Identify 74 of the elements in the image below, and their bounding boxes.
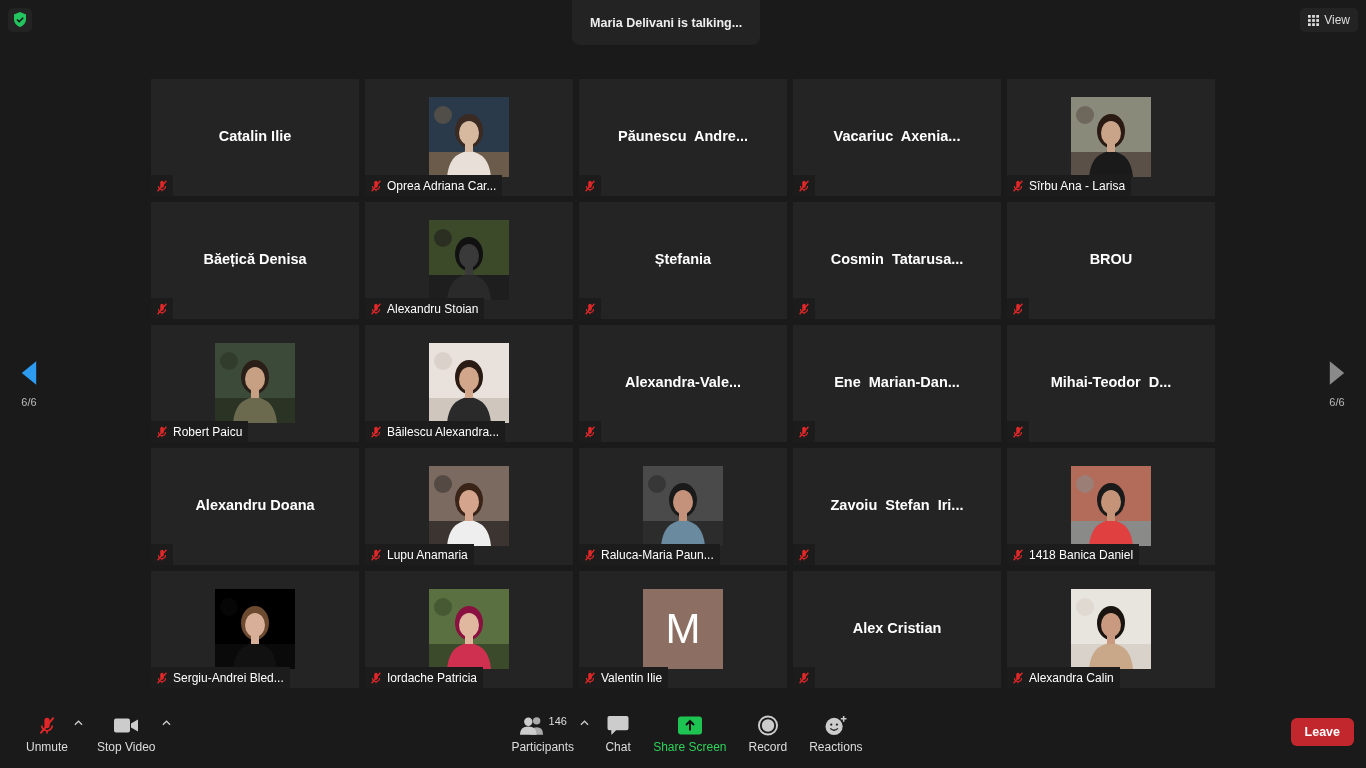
- video-tile[interactable]: M Valentin Ilie: [579, 571, 787, 688]
- participant-name: Alexandru Doana: [195, 496, 315, 515]
- caret-icon[interactable]: [74, 719, 84, 726]
- previous-page-icon[interactable]: [20, 359, 38, 386]
- video-tile[interactable]: Sergiu-Andrei Bled...: [151, 571, 359, 688]
- participant-name: Oprea Adriana Car...: [387, 178, 498, 193]
- video-tile[interactable]: Băețică Denisa: [151, 202, 359, 319]
- people-icon: [518, 714, 545, 736]
- video-tile[interactable]: Mihai-Teodor D...: [1007, 325, 1215, 442]
- video-tile[interactable]: Catalin Ilie: [151, 79, 359, 196]
- participant-name: Iordache Patricia: [387, 670, 479, 685]
- stop-video-button[interactable]: Stop Video: [91, 714, 162, 754]
- video-tile[interactable]: Băilescu Alexandra...: [365, 325, 573, 442]
- grid-icon: [1308, 14, 1320, 26]
- unmute-button[interactable]: Unmute: [20, 714, 75, 754]
- video-tile[interactable]: Oprea Adriana Car...: [365, 79, 573, 196]
- avatar-letter: M: [643, 589, 723, 669]
- video-tile[interactable]: Păunescu Andre...: [579, 79, 787, 196]
- video-tile[interactable]: Robert Paicu: [151, 325, 359, 442]
- video-tile[interactable]: Alexandra-Vale...: [579, 325, 787, 442]
- video-tile[interactable]: BROU: [1007, 202, 1215, 319]
- view-button[interactable]: View: [1300, 8, 1358, 32]
- video-tile[interactable]: Iordache Patricia: [365, 571, 573, 688]
- next-page-icon[interactable]: [1328, 359, 1346, 386]
- reactions-button[interactable]: Reactions: [803, 714, 869, 754]
- video-tile[interactable]: Ene Marian-Dan...: [793, 325, 1001, 442]
- participant-name: Ene Marian-Dan...: [834, 373, 960, 392]
- page-indicator: 6/6: [21, 395, 37, 408]
- participant-name: Băilescu Alexandra...: [387, 424, 501, 439]
- participant-name: Zavoiu Stefan Iri...: [830, 496, 964, 515]
- video-tile[interactable]: Raluca-Maria Paun...: [579, 448, 787, 565]
- participant-name: 1418 Banica Daniel: [1029, 547, 1135, 562]
- participant-name: Catalin Ilie: [218, 127, 292, 146]
- participant-name: Robert Paicu: [173, 424, 244, 439]
- video-tile[interactable]: Alexandra Calin: [1007, 571, 1215, 688]
- participant-name: Alex Cristian: [852, 619, 942, 638]
- share-button[interactable]: Share Screen: [647, 714, 733, 754]
- participant-name: Ștefania: [654, 250, 712, 269]
- participants-button[interactable]: 146 Participants: [505, 714, 581, 754]
- participant-name: BROU: [1089, 250, 1133, 269]
- video-tile[interactable]: Alexandru Doana: [151, 448, 359, 565]
- participant-name: Sergiu-Andrei Bled...: [173, 670, 285, 685]
- participant-name: Cosmin Tatarusa...: [830, 250, 964, 269]
- video-tile[interactable]: Vacariuc Axenia...: [793, 79, 1001, 196]
- video-tile[interactable]: 1418 Banica Daniel: [1007, 448, 1215, 565]
- participant-name: Mihai-Teodor D...: [1050, 373, 1172, 392]
- chat-button[interactable]: Chat: [599, 714, 638, 754]
- participant-name: Vacariuc Axenia...: [833, 127, 961, 146]
- video-tile[interactable]: Lupu Anamaria: [365, 448, 573, 565]
- participant-count: 146: [548, 714, 567, 727]
- participant-name: Băețică Denisa: [203, 250, 307, 269]
- participant-name: Sîrbu Ana - Larisa: [1029, 178, 1127, 193]
- chat-bubble-icon: [605, 714, 632, 736]
- leave-button[interactable]: Leave: [1290, 718, 1354, 746]
- video-tile[interactable]: Sîrbu Ana - Larisa: [1007, 79, 1215, 196]
- participant-name: Valentin Ilie: [601, 670, 664, 685]
- participant-name: Alexandra-Vale...: [624, 373, 742, 392]
- video-tile[interactable]: Alexandru Stoian: [365, 202, 573, 319]
- participant-name: Alexandru Stoian: [387, 301, 480, 316]
- video-tile[interactable]: Zavoiu Stefan Iri...: [793, 448, 1001, 565]
- page-indicator: 6/6: [1329, 395, 1345, 408]
- participant-name: Păunescu Andre...: [618, 127, 748, 146]
- video-tile[interactable]: Cosmin Tatarusa...: [793, 202, 1001, 319]
- participant-name: Lupu Anamaria: [387, 547, 469, 562]
- caret-icon[interactable]: [161, 719, 171, 726]
- speaker-notice: Maria Delivani is talking...: [572, 0, 761, 45]
- video-tile[interactable]: Ștefania: [579, 202, 787, 319]
- shield-icon[interactable]: [8, 8, 32, 32]
- share-screen-icon: [676, 714, 703, 736]
- video-tile[interactable]: Alex Cristian: [793, 571, 1001, 688]
- participant-name: Raluca-Maria Paun...: [601, 547, 715, 562]
- caret-icon[interactable]: [580, 719, 590, 726]
- participant-name: Alexandra Calin: [1029, 670, 1115, 685]
- record-button[interactable]: Record: [742, 714, 794, 754]
